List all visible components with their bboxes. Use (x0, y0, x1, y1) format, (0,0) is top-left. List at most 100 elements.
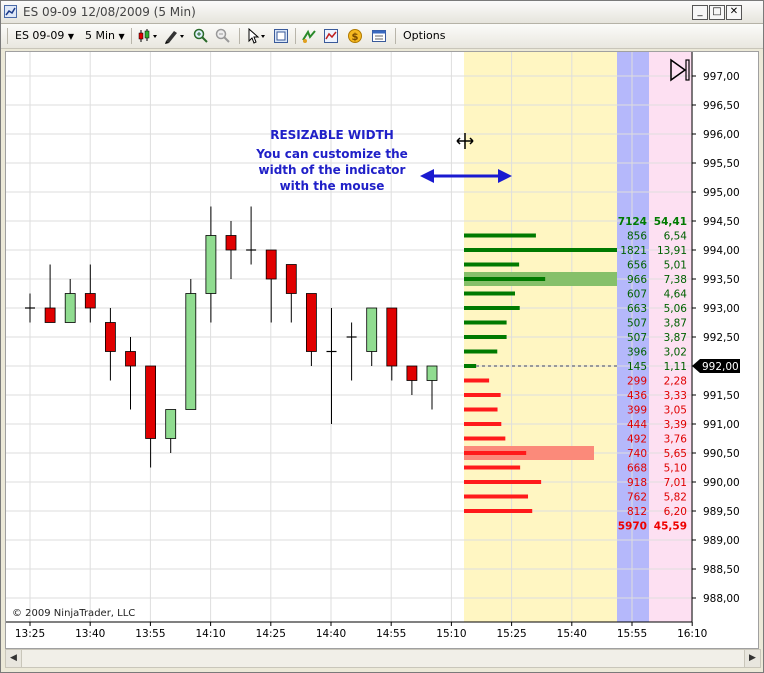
drawing-pencil-icon[interactable] (163, 28, 187, 44)
percent-value-label: 3,87 (664, 318, 687, 330)
x-tick-label: 15:40 (557, 628, 587, 640)
x-tick-label: 15:10 (436, 628, 466, 640)
price-chart-panel[interactable]: 997,00 996,50 996,00 995,50 995,00 994,50 994,… (5, 51, 759, 649)
volume-value-label: 740 (627, 448, 647, 460)
indicators-icon[interactable] (323, 28, 339, 44)
volume-bar-down (464, 451, 527, 455)
total-percent-label: 54,41 (654, 216, 687, 228)
svg-text:$: $ (352, 32, 359, 43)
candle-up (165, 409, 177, 439)
volume-value-label: 507 (627, 332, 647, 344)
dollar-coin-icon[interactable]: $ (347, 28, 363, 44)
volume-bar-up (464, 277, 546, 281)
candle-up (205, 235, 217, 294)
y-tick-label: 990,50 (703, 448, 740, 460)
interval-label: 5 Min (85, 29, 116, 42)
volume-bar-down (464, 494, 529, 499)
options-menu[interactable]: Options (403, 28, 445, 44)
volume-bar-up (464, 320, 507, 325)
maximize-button[interactable]: □ (709, 5, 725, 20)
zoom-out-icon[interactable] (215, 28, 231, 44)
toolbar-separator (131, 28, 132, 44)
volume-value-label: 396 (627, 347, 647, 359)
candle-down (105, 322, 116, 352)
x-tick-label: 14:25 (256, 628, 286, 640)
percent-value-label: 3,87 (664, 332, 687, 344)
candle-down (265, 249, 277, 280)
percent-value-label: 4,64 (664, 289, 688, 301)
x-tick-label: 15:25 (496, 628, 526, 640)
candle-down (84, 293, 96, 309)
percent-value-label: 6,54 (664, 231, 688, 243)
volume-bar-up (464, 291, 515, 296)
y-tick-label: 989,00 (703, 535, 740, 547)
price-chart[interactable]: 997,00 996,50 996,00 995,50 995,00 994,50 994,… (6, 52, 758, 648)
x-tick-label: 13:25 (15, 628, 45, 640)
scroll-right-icon[interactable]: ▶ (744, 650, 760, 667)
candle-down (285, 264, 297, 294)
percent-value-label: 3,02 (664, 347, 687, 359)
strategies-icon[interactable] (301, 28, 317, 44)
percent-value-label: 5,10 (664, 463, 687, 475)
zoom-in-icon[interactable] (193, 28, 209, 44)
volume-bar-down (464, 422, 502, 426)
y-tick-label: 989,50 (703, 506, 740, 518)
toolbar-separator (395, 28, 396, 44)
percent-value-label: 3,05 (664, 405, 687, 417)
volume-value-label: 145 (627, 361, 647, 373)
candle-down (225, 235, 237, 251)
x-tick-label: 13:55 (135, 628, 165, 640)
percent-value-label: 3,76 (664, 434, 688, 446)
candle-down (145, 365, 157, 439)
candle-down (44, 307, 56, 323)
candle-up (185, 293, 197, 410)
y-tick-label: 988,50 (703, 564, 740, 576)
chart-window: ES 09-09 12/08/2009 (5 Min) _ □ ✕ ES 09-… (0, 0, 764, 673)
volume-value-label: 507 (627, 318, 647, 330)
volume-value-label: 812 (627, 506, 647, 518)
scroll-left-icon[interactable]: ◀ (6, 650, 22, 667)
percent-value-label: 7,01 (664, 477, 687, 489)
volume-value-label: 762 (627, 492, 647, 504)
annotation-text: You can customize the (255, 147, 408, 161)
data-box-icon[interactable] (273, 28, 289, 44)
chart-toolbar: ES 09-09 ▼ 5 Min ▼ $ Options (1, 24, 763, 49)
title-bar[interactable]: ES 09-09 12/08/2009 (5 Min) _ □ ✕ (1, 1, 763, 24)
percent-value-label: 5,65 (664, 448, 687, 460)
percent-value-label: 7,38 (664, 274, 687, 286)
y-tick-label: 995,00 (703, 187, 740, 199)
current-price-marker: 992,00 (692, 359, 740, 373)
volume-bar-down (464, 378, 490, 383)
y-tick-label: 994,50 (703, 216, 740, 228)
y-tick-label: 995,50 (703, 158, 740, 170)
volume-value-label: 966 (627, 274, 647, 286)
candle-up (366, 307, 378, 352)
instrument-selector[interactable]: ES 09-09 ▼ (15, 28, 74, 44)
candle-down (406, 365, 418, 381)
volume-value-label: 399 (627, 405, 647, 417)
toolbar-separator (295, 28, 296, 44)
percent-value-label: 1,11 (664, 361, 687, 373)
horizontal-scrollbar[interactable]: ◀ ▶ (5, 649, 761, 668)
close-button[interactable]: ✕ (726, 5, 742, 20)
x-tick-label: 14:10 (195, 628, 225, 640)
properties-list-icon[interactable] (371, 28, 387, 44)
volume-bar-up (464, 335, 507, 339)
volume-bar-up (464, 233, 536, 238)
candlestick-style-icon[interactable] (137, 28, 159, 44)
minimize-button[interactable]: _ (692, 5, 708, 20)
total-volume-label: 5970 (618, 521, 647, 533)
window-title: ES 09-09 12/08/2009 (5 Min) (23, 5, 196, 19)
y-tick-label: 992,50 (703, 332, 740, 344)
volume-bar-down (464, 393, 501, 397)
percent-value-label: 2,28 (664, 376, 687, 388)
volume-value-label: 668 (627, 463, 647, 475)
x-tick-label: 16:10 (677, 628, 707, 640)
volume-bar-down (464, 436, 506, 441)
x-tick-label: 15:55 (617, 628, 647, 640)
y-tick-label: 991,00 (703, 419, 740, 431)
x-tick-label: 13:40 (75, 628, 105, 640)
y-tick-label: 990,00 (703, 477, 740, 489)
cursor-pointer-icon[interactable] (245, 28, 269, 44)
interval-selector[interactable]: 5 Min ▼ (85, 28, 125, 44)
